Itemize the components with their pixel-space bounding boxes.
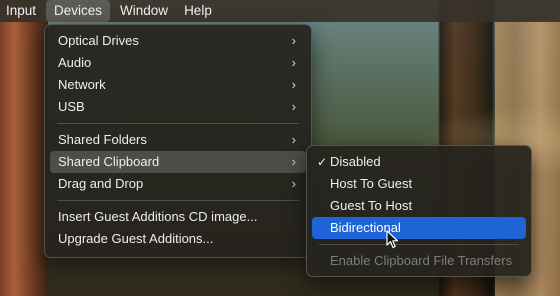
- menu-item-upgrade-guest-additions[interactable]: Upgrade Guest Additions...: [50, 228, 306, 250]
- submenu-item-label: Guest To Host: [330, 198, 413, 213]
- chevron-right-icon: ›: [291, 55, 296, 70]
- devices-menu: Optical Drives › Audio › Network › USB ›…: [44, 24, 312, 258]
- menu-item-label: Audio: [58, 55, 92, 70]
- checkmark-icon: ✓: [317, 155, 328, 169]
- menu-item-optical-drives[interactable]: Optical Drives ›: [50, 30, 306, 52]
- submenu-item-label: Disabled: [330, 154, 381, 169]
- background-tree-trunk: [0, 22, 48, 296]
- submenu-item-host-to-guest[interactable]: Host To Guest: [312, 173, 526, 195]
- menu-item-label: Shared Clipboard: [58, 154, 160, 169]
- submenu-item-enable-file-transfers: Enable Clipboard File Transfers: [330, 253, 513, 268]
- mouse-pointer-icon: [386, 230, 399, 249]
- menu-bar: Input Devices Window Help: [0, 0, 560, 22]
- menu-separator: [319, 244, 519, 245]
- chevron-right-icon: ›: [291, 132, 296, 147]
- menu-item-label: USB: [58, 99, 85, 114]
- menubar-help[interactable]: Help: [176, 0, 220, 22]
- submenu-item-label: Host To Guest: [330, 176, 413, 191]
- submenu-item-disabled[interactable]: ✓ Disabled: [312, 151, 526, 173]
- chevron-right-icon: ›: [291, 99, 296, 114]
- menu-item-audio[interactable]: Audio ›: [50, 52, 306, 74]
- menubar-input[interactable]: Input: [0, 0, 44, 22]
- menu-item-label: Shared Folders: [58, 132, 147, 147]
- shared-clipboard-submenu: ✓ Disabled Host To Guest Guest To Host B…: [306, 145, 532, 277]
- chevron-right-icon: ›: [291, 77, 296, 92]
- menubar-devices[interactable]: Devices: [46, 0, 111, 22]
- menu-item-network[interactable]: Network ›: [50, 74, 306, 96]
- menu-item-usb[interactable]: USB ›: [50, 96, 306, 118]
- menu-item-shared-clipboard[interactable]: Shared Clipboard ›: [50, 151, 306, 173]
- menu-item-shared-folders[interactable]: Shared Folders ›: [50, 129, 306, 151]
- chevron-right-icon: ›: [291, 176, 296, 191]
- chevron-right-icon: ›: [291, 154, 296, 169]
- menu-item-label: Network: [58, 77, 106, 92]
- menubar-window[interactable]: Window: [112, 0, 176, 22]
- menu-item-insert-guest-additions[interactable]: Insert Guest Additions CD image...: [50, 206, 306, 228]
- menu-separator: [57, 123, 299, 124]
- submenu-item-guest-to-host[interactable]: Guest To Host: [312, 195, 526, 217]
- menu-item-drag-and-drop[interactable]: Drag and Drop ›: [50, 173, 306, 195]
- menu-item-label: Drag and Drop: [58, 176, 144, 191]
- menu-item-label: Optical Drives: [58, 33, 139, 48]
- menu-separator: [57, 200, 299, 201]
- submenu-item-bidirectional[interactable]: Bidirectional: [312, 217, 526, 239]
- chevron-right-icon: ›: [291, 33, 296, 48]
